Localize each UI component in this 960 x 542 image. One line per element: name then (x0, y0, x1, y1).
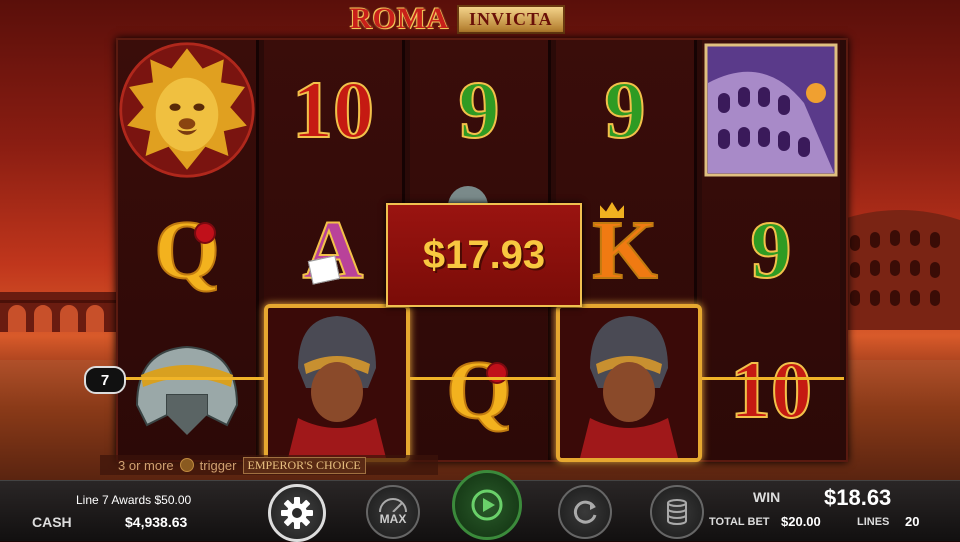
max-label: MAX (379, 512, 407, 526)
reel-5: 9 10 (702, 40, 840, 460)
game-title: ROMA INVICTA (350, 2, 565, 36)
symbol-10: 10 (702, 320, 840, 460)
symbol-10-text: 10 (291, 63, 375, 156)
symbol-9-text: 9 (604, 63, 647, 156)
rose-icon (196, 224, 214, 242)
play-icon (471, 489, 503, 521)
gauge-icon (379, 498, 407, 512)
reel-1: Q (118, 40, 259, 460)
gear-icon (281, 497, 313, 529)
win-popup: $17.93 (386, 203, 582, 307)
symbol-q-text: Q (153, 203, 220, 298)
lines-value: 20 (905, 514, 920, 529)
gladiator-icon (264, 304, 410, 462)
refresh-icon (573, 500, 597, 524)
title-roma: ROMA (350, 2, 449, 35)
total-bet-label: TOTAL BET (709, 516, 770, 528)
symbol-q-text: Q (445, 343, 512, 438)
lion-icon (118, 40, 256, 180)
coins-icon (667, 499, 687, 525)
symbol-q: Q (410, 320, 548, 460)
autoplay-button[interactable] (558, 485, 612, 539)
trigger-text-a: 3 or more (118, 457, 174, 473)
colosseum-background-icon (840, 210, 960, 330)
symbol-9: 9 (410, 40, 548, 180)
emperors-choice-badge: EMPEROR'S CHOICE (242, 456, 366, 474)
payline-marker: 7 (84, 366, 126, 394)
colosseum-icon (702, 40, 840, 180)
lines-label: LINES (857, 516, 890, 528)
spin-button[interactable] (452, 470, 522, 540)
win-value: $18.63 (824, 485, 892, 510)
payline-7 (120, 377, 844, 380)
win-popup-amount: $17.93 (422, 232, 546, 277)
gladiator-icon (556, 304, 702, 462)
symbol-10: 10 (264, 40, 402, 180)
win-label: WIN (753, 489, 781, 505)
symbol-10-text: 10 (729, 343, 813, 436)
cash-label: CASH (32, 514, 72, 530)
helmet-icon (118, 320, 256, 460)
symbol-q: Q (118, 180, 256, 320)
total-bet-value: $20.00 (781, 514, 821, 529)
max-bet-button[interactable]: MAX (366, 485, 420, 539)
symbol-9: 9 (702, 180, 840, 320)
symbol-9: 9 (556, 40, 694, 180)
status-message: Line 7 Awards $50.00 (76, 493, 192, 507)
symbol-9-text: 9 (750, 203, 793, 296)
settings-button[interactable] (268, 484, 326, 542)
title-invicta: INVICTA (456, 4, 565, 34)
cash-value: $4,938.63 (125, 514, 188, 530)
symbol-9-text: 9 (458, 63, 501, 156)
trigger-info: 3 or more trigger EMPEROR'S CHOICE (100, 455, 438, 475)
bet-coins-button[interactable] (650, 485, 704, 539)
coin-icon (179, 458, 194, 472)
symbol-a: A (264, 180, 402, 320)
aqueduct-icon (0, 292, 120, 332)
trigger-text-b: trigger (199, 457, 237, 473)
